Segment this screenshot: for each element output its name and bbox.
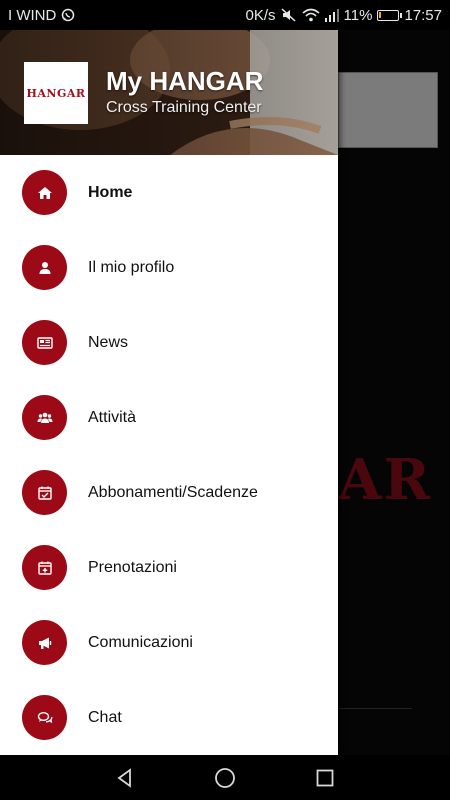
recents-button[interactable] — [305, 758, 345, 798]
home-icon — [22, 170, 67, 215]
menu-label: Home — [88, 183, 133, 201]
system-nav-bar — [0, 755, 450, 800]
calendar-plus-icon — [22, 545, 67, 590]
menu-label: Abbonamenti/Scadenze — [88, 483, 258, 501]
menu-label: Chat — [88, 708, 122, 726]
home-circle-icon — [215, 767, 235, 788]
menu-item-bookings[interactable]: Prenotazioni — [0, 530, 338, 605]
menu-item-activities[interactable]: Attività — [0, 380, 338, 455]
calendar-check-icon — [22, 470, 67, 515]
back-button[interactable] — [105, 758, 145, 798]
app-title: My HANGAR — [106, 66, 264, 96]
back-triangle-icon — [117, 767, 131, 788]
group-icon — [22, 395, 67, 440]
status-left: I WIND — [8, 7, 75, 24]
chat-bubbles-icon — [22, 695, 67, 740]
menu-item-subscriptions[interactable]: Abbonamenti/Scadenze — [0, 455, 338, 530]
battery-icon — [377, 9, 403, 21]
clock: 17:57 — [404, 6, 442, 24]
home-button[interactable] — [205, 758, 245, 798]
menu-item-profile[interactable]: Il mio profilo — [0, 230, 338, 305]
signal-icon — [324, 8, 339, 22]
drawer-menu: Home Il mio profilo News Attività Abbona… — [0, 155, 338, 755]
background-divider — [338, 708, 412, 709]
recents-square-icon — [316, 769, 334, 786]
wifi-icon — [302, 8, 320, 22]
carrier-label: I WIND — [8, 6, 57, 24]
logo-text: HANGAR — [26, 86, 86, 100]
status-bar: I WIND 0K/s 11% 17:57 — [0, 0, 450, 30]
mute-icon — [281, 8, 297, 22]
network-speed: 0K/s — [245, 6, 276, 24]
background-brand-text: AR — [338, 447, 432, 513]
menu-label: Attività — [88, 408, 137, 426]
drawer-header: HANGAR My HANGAR Cross Training Center — [0, 30, 338, 155]
megaphone-icon — [22, 620, 67, 665]
app-logo: HANGAR — [24, 62, 88, 124]
status-right: 0K/s 11% 17:57 — [246, 7, 442, 24]
menu-label: Comunicazioni — [88, 633, 193, 651]
battery-fill — [379, 11, 382, 18]
menu-item-home[interactable]: Home — [0, 155, 338, 230]
menu-label: Prenotazioni — [88, 558, 177, 576]
menu-label: News — [88, 333, 129, 351]
background-banner — [338, 72, 438, 148]
newspaper-icon — [22, 320, 67, 365]
whatsapp-icon — [61, 8, 75, 22]
menu-item-communications[interactable]: Comunicazioni — [0, 605, 338, 680]
menu-label: Il mio profilo — [88, 258, 175, 276]
menu-item-chat[interactable]: Chat — [0, 680, 338, 755]
battery-percent: 11% — [343, 6, 373, 24]
menu-item-news[interactable]: News — [0, 305, 338, 380]
app-subtitle: Cross Training Center — [106, 99, 262, 116]
user-icon — [22, 245, 67, 290]
navigation-drawer: HANGAR My HANGAR Cross Training Center H… — [0, 30, 338, 755]
